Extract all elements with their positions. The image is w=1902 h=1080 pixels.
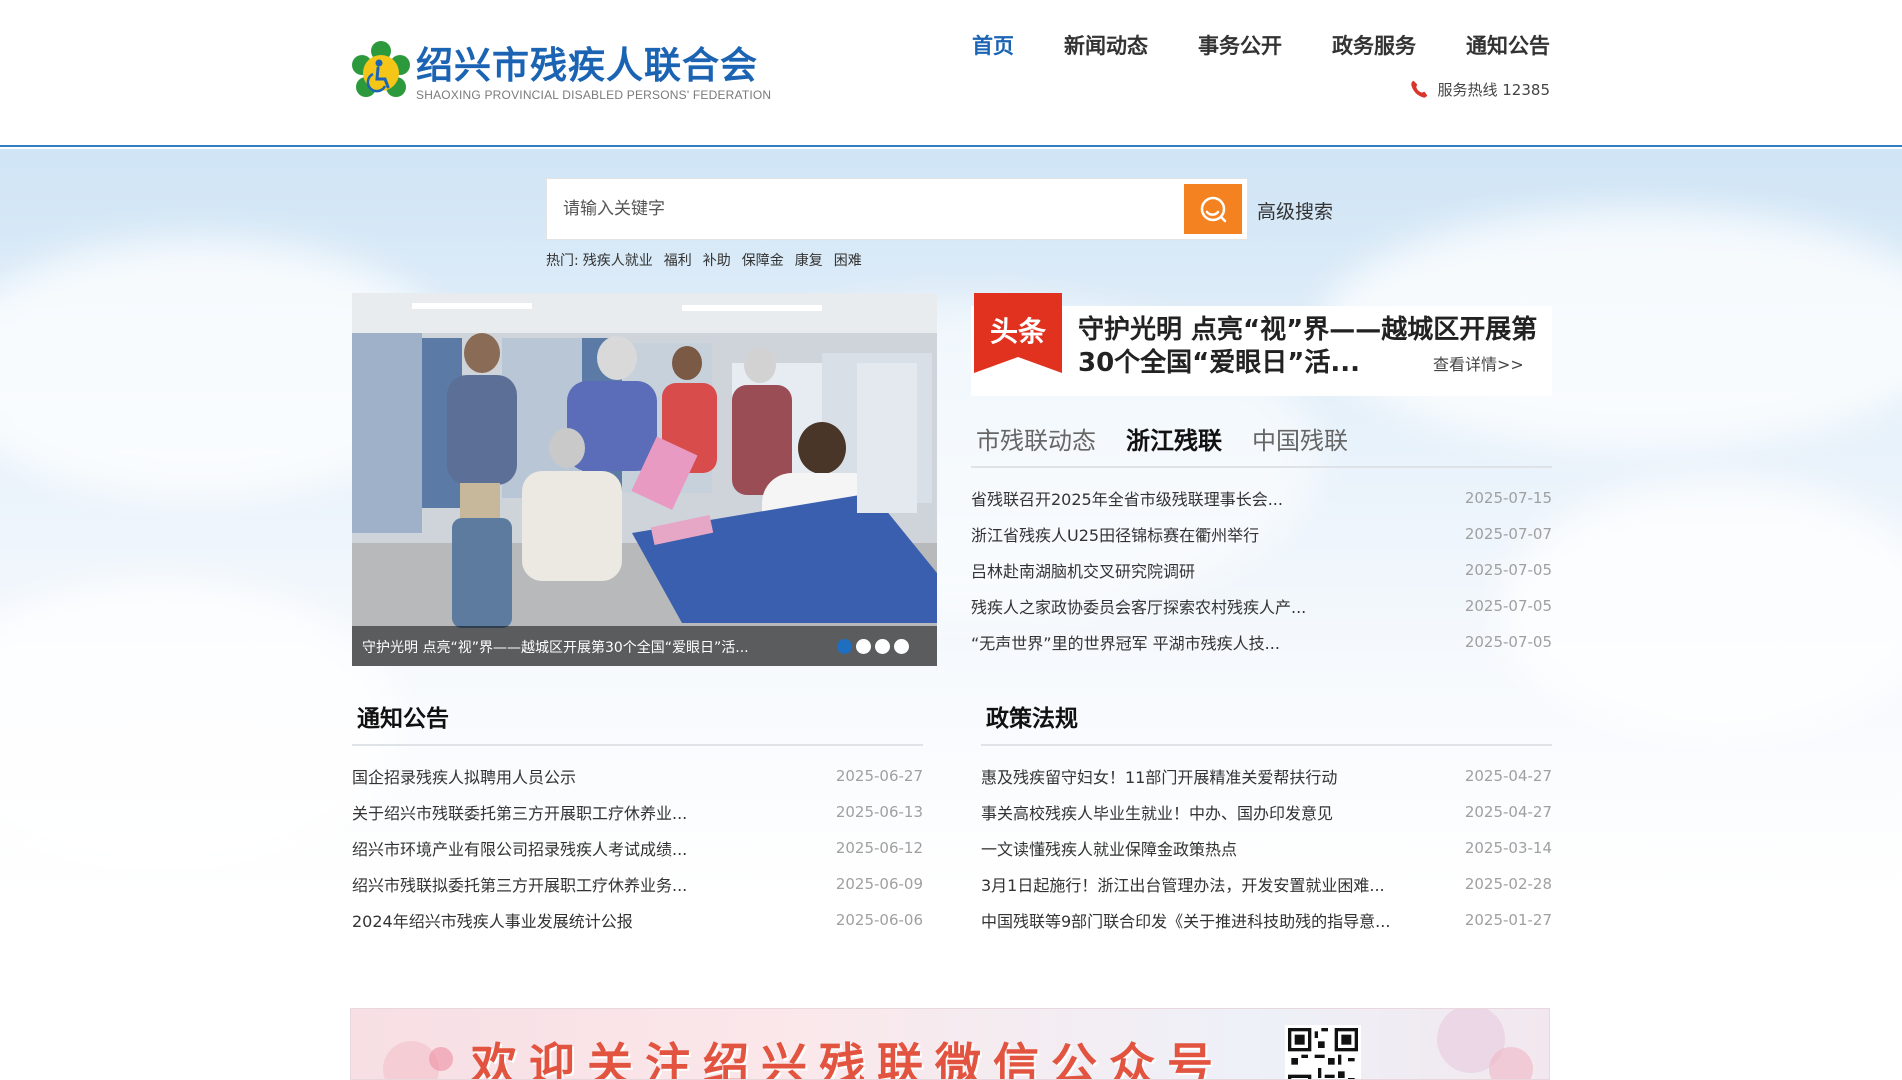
headline-badge: 头条: [974, 293, 1062, 373]
advanced-search-link[interactable]: 高级搜索: [1257, 197, 1333, 224]
search-button[interactable]: [1184, 184, 1242, 234]
list-item[interactable]: 一文读懂残疾人就业保障金政策热点 2025-03-14: [981, 830, 1552, 866]
policy-title[interactable]: 事关高校残疾人毕业生就业！中办、国办印发意见: [981, 800, 1333, 824]
hot-keyword[interactable]: 福利: [664, 250, 692, 270]
notice-title[interactable]: 2024年绍兴市残疾人事业发展统计公报: [352, 908, 633, 932]
site-title: 绍兴市残疾人联合会: [416, 44, 758, 87]
list-item[interactable]: “无声世界”里的世界冠军 平湖市残疾人技... 2025-07-05: [971, 624, 1552, 660]
news-title[interactable]: 省残联召开2025年全省市级残联理事长会...: [971, 486, 1283, 510]
notices-heading[interactable]: 通知公告: [352, 697, 923, 746]
news-title[interactable]: 残疾人之家政协委员会客厅探索农村残疾人产...: [971, 594, 1306, 618]
list-item[interactable]: 事关高校残疾人毕业生就业！中办、国办印发意见 2025-04-27: [981, 794, 1552, 830]
hotline-label: 服务热线 12385: [1437, 80, 1551, 99]
list-item[interactable]: 吕林赴南湖脑机交叉研究院调研 2025-07-05: [971, 552, 1552, 588]
policy-date: 2025-03-14: [1464, 839, 1552, 857]
nav-affairs[interactable]: 事务公开: [1198, 28, 1282, 64]
qr-code-icon: [1285, 1025, 1361, 1079]
notice-date: 2025-06-12: [835, 839, 923, 857]
notice-title[interactable]: 绍兴市环境产业有限公司招录残疾人考试成绩...: [352, 836, 687, 860]
hot-keywords: 热门: 残疾人就业 福利 补助 保障金 康复 困难: [546, 250, 873, 270]
wechat-banner[interactable]: 欢迎关注绍兴残联微信公众号: [350, 1008, 1550, 1080]
news-carousel[interactable]: 守护光明 点亮“视”界——越城区开展第30个全国“爱眼日”活...: [352, 293, 937, 666]
policy-date: 2025-04-27: [1464, 767, 1552, 785]
list-item[interactable]: 绍兴市残联拟委托第三方开展职工疗休养业务... 2025-06-09: [352, 866, 923, 902]
nav-notices[interactable]: 通知公告: [1466, 28, 1550, 64]
hot-keyword[interactable]: 残疾人就业: [583, 250, 653, 270]
notice-date: 2025-06-27: [835, 767, 923, 785]
policy-title[interactable]: 惠及残疾留守妇女！11部门开展精准关爱帮扶行动: [981, 764, 1337, 788]
site-logo[interactable]: 绍兴市残疾人联合会 SHAOXING PROVINCIAL DISABLED P…: [352, 38, 771, 108]
site-header: 绍兴市残疾人联合会 SHAOXING PROVINCIAL DISABLED P…: [0, 0, 1902, 147]
policy-title[interactable]: 中国残联等9部门联合印发《关于推进科技助残的指导意...: [981, 908, 1390, 932]
notices-list: 国企招录残疾人拟聘用人员公示 2025-06-27 关于绍兴市残联委托第三方开展…: [352, 758, 923, 938]
carousel-caption[interactable]: 守护光明 点亮“视”界——越城区开展第30个全国“爱眼日”活...: [362, 637, 822, 657]
news-date: 2025-07-05: [1464, 597, 1552, 615]
notice-title[interactable]: 关于绍兴市残联委托第三方开展职工疗休养业...: [352, 800, 687, 824]
list-item[interactable]: 浙江省残疾人U25田径锦标赛在衢州举行 2025-07-07: [971, 516, 1552, 552]
list-item[interactable]: 残疾人之家政协委员会客厅探索农村残疾人产... 2025-07-05: [971, 588, 1552, 624]
news-date: 2025-07-05: [1464, 561, 1552, 579]
news-date: 2025-07-15: [1464, 489, 1552, 507]
carousel-dot[interactable]: [894, 639, 909, 654]
policy-title[interactable]: 3月1日起施行！浙江出台管理办法，开发安置就业困难...: [981, 872, 1385, 896]
nav-services[interactable]: 政务服务: [1332, 28, 1416, 64]
notices-section: 通知公告 国企招录残疾人拟聘用人员公示 2025-06-27 关于绍兴市残联委托…: [352, 697, 923, 938]
policies-section: 政策法规 惠及残疾留守妇女！11部门开展精准关爱帮扶行动 2025-04-27 …: [981, 697, 1552, 938]
list-item[interactable]: 关于绍兴市残联委托第三方开展职工疗休养业... 2025-06-13: [352, 794, 923, 830]
search-box: [546, 178, 1248, 240]
site-subtitle: SHAOXING PROVINCIAL DISABLED PERSONS' FE…: [416, 88, 772, 102]
policy-title[interactable]: 一文读懂残疾人就业保障金政策热点: [981, 836, 1237, 860]
hot-keyword[interactable]: 困难: [834, 250, 862, 270]
carousel-dots: [837, 639, 909, 654]
news-title[interactable]: 吕林赴南湖脑机交叉研究院调研: [971, 558, 1195, 582]
phone-icon: [1410, 80, 1427, 98]
policy-date: 2025-02-28: [1464, 875, 1552, 893]
hot-keyword[interactable]: 康复: [795, 250, 823, 270]
list-item[interactable]: 绍兴市环境产业有限公司招录残疾人考试成绩... 2025-06-12: [352, 830, 923, 866]
list-item[interactable]: 国企招录残疾人拟聘用人员公示 2025-06-27: [352, 758, 923, 794]
hot-keyword[interactable]: 保障金: [742, 250, 784, 270]
policy-date: 2025-01-27: [1464, 911, 1552, 929]
news-title[interactable]: “无声世界”里的世界冠军 平湖市残疾人技...: [971, 630, 1280, 654]
headline-badge-label: 头条: [990, 315, 1046, 348]
notice-date: 2025-06-09: [835, 875, 923, 893]
carousel-photo: [352, 293, 937, 666]
service-hotline: 服务热线 12385: [1408, 77, 1551, 101]
list-item[interactable]: 3月1日起施行！浙江出台管理办法，开发安置就业困难... 2025-02-28: [981, 866, 1552, 902]
notice-title[interactable]: 绍兴市残联拟委托第三方开展职工疗休养业务...: [352, 872, 687, 896]
news-tabs: 市残联动态 浙江残联 中国残联: [971, 422, 1552, 468]
policies-list: 惠及残疾留守妇女！11部门开展精准关爱帮扶行动 2025-04-27 事关高校残…: [981, 758, 1552, 938]
carousel-dot[interactable]: [875, 639, 890, 654]
news-title[interactable]: 浙江省残疾人U25田径锦标赛在衢州举行: [971, 522, 1259, 546]
tab-zhejiang[interactable]: 浙江残联: [1121, 422, 1222, 466]
hot-keywords-label: 热门:: [546, 253, 579, 269]
wechat-banner-text: 欢迎关注绍兴残联微信公众号: [471, 1038, 1225, 1080]
notice-date: 2025-06-06: [835, 911, 923, 929]
federation-emblem-icon: [352, 41, 410, 97]
search-input[interactable]: [547, 179, 1183, 239]
notice-date: 2025-06-13: [835, 803, 923, 821]
nav-home[interactable]: 首页: [972, 28, 1014, 64]
hot-keyword[interactable]: 补助: [703, 250, 731, 270]
notice-title[interactable]: 国企招录残疾人拟聘用人员公示: [352, 764, 576, 788]
tab-china[interactable]: 中国残联: [1247, 422, 1348, 466]
list-item[interactable]: 中国残联等9部门联合印发《关于推进科技助残的指导意... 2025-01-27: [981, 902, 1552, 938]
carousel-caption-bar: 守护光明 点亮“视”界——越城区开展第30个全国“爱眼日”活...: [352, 626, 937, 666]
list-item[interactable]: 2024年绍兴市残疾人事业发展统计公报 2025-06-06: [352, 902, 923, 938]
news-list: 省残联召开2025年全省市级残联理事长会... 2025-07-15 浙江省残疾…: [971, 480, 1552, 660]
sky-background: [0, 149, 1902, 1080]
policy-date: 2025-04-27: [1464, 803, 1552, 821]
policies-heading[interactable]: 政策法规: [981, 697, 1552, 746]
headline-more-link[interactable]: 查看详情>>: [1433, 351, 1524, 375]
tab-city-news[interactable]: 市残联动态: [971, 422, 1096, 466]
main-nav: 首页 新闻动态 事务公开 政务服务 通知公告: [922, 28, 1550, 64]
nav-news[interactable]: 新闻动态: [1064, 28, 1148, 64]
carousel-dot[interactable]: [856, 639, 871, 654]
news-date: 2025-07-05: [1464, 633, 1552, 651]
list-item[interactable]: 省残联召开2025年全省市级残联理事长会... 2025-07-15: [971, 480, 1552, 516]
news-date: 2025-07-07: [1464, 525, 1552, 543]
list-item[interactable]: 惠及残疾留守妇女！11部门开展精准关爱帮扶行动 2025-04-27: [981, 758, 1552, 794]
carousel-dot[interactable]: [837, 639, 852, 654]
search-icon: [1200, 196, 1227, 223]
